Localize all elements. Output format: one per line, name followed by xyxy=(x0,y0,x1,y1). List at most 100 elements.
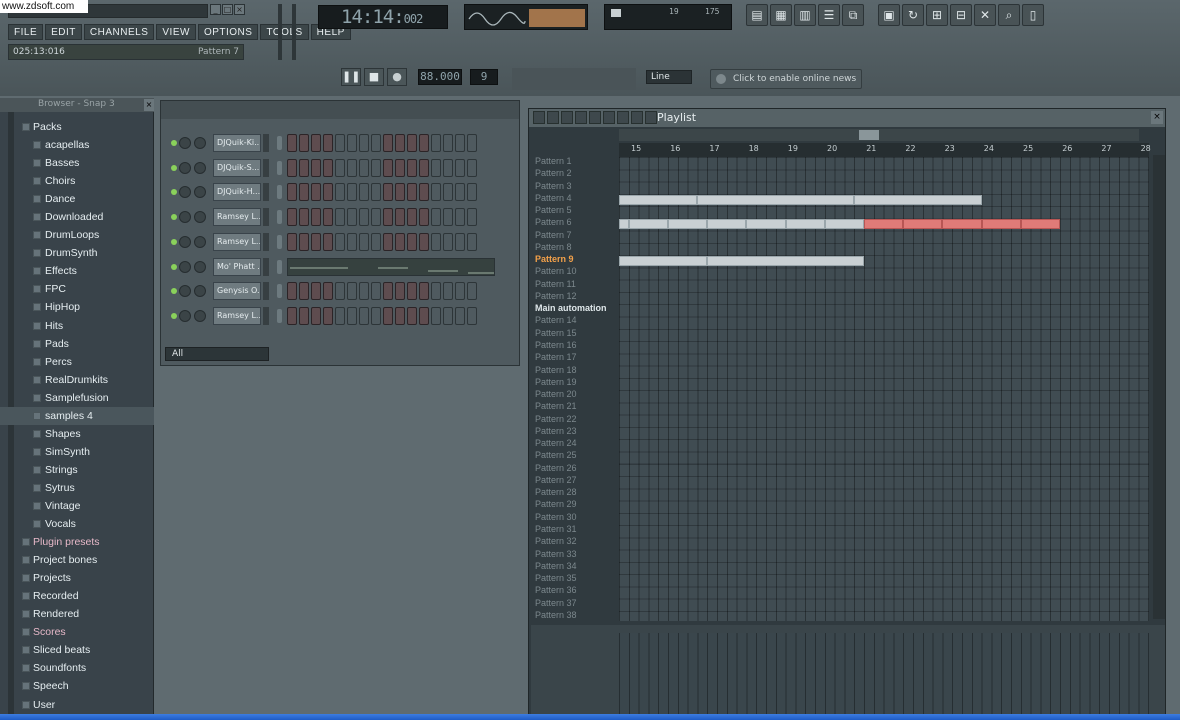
step-button[interactable] xyxy=(383,282,393,301)
event-editor-grid[interactable] xyxy=(619,633,1149,719)
pattern-clip[interactable] xyxy=(619,219,629,230)
pattern-clip[interactable] xyxy=(707,256,864,267)
menu-options[interactable]: OPTIONS xyxy=(197,24,259,40)
channel-mute-led[interactable] xyxy=(171,312,177,319)
channel-name-button[interactable]: Ramsey L... xyxy=(213,208,261,227)
master-pitch-slider[interactable] xyxy=(292,4,296,60)
channel-select[interactable] xyxy=(277,210,282,225)
step-button[interactable] xyxy=(419,158,429,177)
channel-name-button[interactable]: Ramsey L... xyxy=(213,232,261,251)
playlist-grid[interactable] xyxy=(619,157,1149,621)
pan-knob[interactable] xyxy=(179,260,191,273)
menu-edit[interactable]: EDIT xyxy=(45,24,82,40)
channel-filter-select[interactable]: All xyxy=(165,347,269,361)
track-name[interactable]: Pattern 35 xyxy=(531,572,617,584)
track-name[interactable]: Pattern 32 xyxy=(531,535,617,547)
pattern-clip[interactable] xyxy=(628,219,668,230)
close-icon[interactable]: × xyxy=(234,4,245,15)
step-button[interactable] xyxy=(323,183,333,202)
pan-knob[interactable] xyxy=(179,285,191,298)
step-button[interactable] xyxy=(323,306,333,325)
step-button[interactable] xyxy=(311,208,321,227)
step-button[interactable] xyxy=(443,134,453,152)
pattern-clip[interactable] xyxy=(942,219,982,230)
step-button[interactable] xyxy=(359,306,369,325)
step-button[interactable] xyxy=(431,282,441,301)
channel-mute-led[interactable] xyxy=(171,263,177,270)
channel-name-button[interactable]: Genysis O... xyxy=(213,282,261,301)
step-button[interactable] xyxy=(371,208,381,227)
browser-item[interactable]: Sytrus xyxy=(0,479,154,497)
track-name[interactable]: Pattern 12 xyxy=(531,290,617,302)
step-button[interactable] xyxy=(323,282,333,301)
track-name[interactable]: Pattern 4 xyxy=(531,192,617,204)
step-button[interactable] xyxy=(335,208,345,227)
step-button[interactable] xyxy=(431,208,441,227)
save-icon[interactable]: ⊞ xyxy=(926,4,948,26)
step-button[interactable] xyxy=(287,158,297,177)
step-button[interactable] xyxy=(323,208,333,227)
step-button[interactable] xyxy=(455,232,465,251)
step-button[interactable] xyxy=(371,282,381,301)
restore-icon[interactable]: □ xyxy=(222,4,233,15)
menu-tools[interactable]: TOOLS xyxy=(260,24,309,40)
volume-knob[interactable] xyxy=(194,260,206,273)
pattern-clip[interactable] xyxy=(824,219,864,230)
browser-item[interactable]: FPC xyxy=(0,280,154,298)
browser-item[interactable]: User xyxy=(0,696,154,714)
browser-item[interactable]: Basses xyxy=(0,154,154,172)
browser-icon[interactable]: ☰ xyxy=(818,4,840,26)
song-time-display[interactable]: 14:14:002 xyxy=(318,5,448,29)
channel-select[interactable] xyxy=(277,284,282,299)
step-button[interactable] xyxy=(359,208,369,227)
track-name[interactable]: Pattern 28 xyxy=(531,486,617,498)
track-name[interactable]: Pattern 10 xyxy=(531,265,617,277)
step-button[interactable] xyxy=(455,183,465,202)
track-name[interactable]: Pattern 38 xyxy=(531,609,617,621)
browser-item[interactable]: DrumSynth xyxy=(0,244,154,262)
step-button[interactable] xyxy=(407,232,417,251)
step-button[interactable] xyxy=(443,208,453,227)
step-button[interactable] xyxy=(407,306,417,325)
step-button[interactable] xyxy=(311,232,321,251)
channel-select[interactable] xyxy=(277,308,282,323)
step-button[interactable] xyxy=(299,306,309,325)
step-button[interactable] xyxy=(467,183,477,202)
step-button[interactable] xyxy=(467,134,477,152)
pattern-clip[interactable] xyxy=(707,219,747,230)
track-name[interactable]: Pattern 14 xyxy=(531,314,617,326)
step-button[interactable] xyxy=(467,306,477,325)
record-button[interactable]: ● xyxy=(387,68,407,86)
step-button[interactable] xyxy=(335,134,345,152)
channel-select[interactable] xyxy=(277,160,282,175)
step-button[interactable] xyxy=(395,306,405,325)
channel-mute-led[interactable] xyxy=(171,288,177,295)
step-button[interactable] xyxy=(287,208,297,227)
step-button[interactable] xyxy=(287,306,297,325)
step-button[interactable] xyxy=(443,232,453,251)
step-button[interactable] xyxy=(311,306,321,325)
pause-button[interactable]: ❚❚ xyxy=(341,68,361,86)
browser-item[interactable]: Vocals xyxy=(0,515,154,533)
step-button[interactable] xyxy=(455,134,465,152)
step-button[interactable] xyxy=(407,183,417,202)
track-name[interactable]: Pattern 20 xyxy=(531,388,617,400)
track-name[interactable]: Pattern 1 xyxy=(531,155,617,167)
pattern-clip[interactable] xyxy=(746,219,786,230)
step-button[interactable] xyxy=(371,158,381,177)
browser-item[interactable]: Pads xyxy=(0,335,154,353)
step-button[interactable] xyxy=(335,282,345,301)
browser-item[interactable]: Projects xyxy=(0,569,154,587)
browser-item[interactable]: Soundfonts xyxy=(0,659,154,677)
step-button[interactable] xyxy=(383,306,393,325)
playlist-icon[interactable]: ▦ xyxy=(770,4,792,26)
browser-item[interactable]: Effects xyxy=(0,262,154,280)
track-name[interactable]: Pattern 34 xyxy=(531,560,617,572)
step-button[interactable] xyxy=(347,158,357,177)
piano-roll-icon[interactable]: ▥ xyxy=(794,4,816,26)
step-button[interactable] xyxy=(323,158,333,177)
channel-mute-led[interactable] xyxy=(171,164,177,171)
browser-item[interactable]: Samplefusion xyxy=(0,389,154,407)
track-name[interactable]: Pattern 23 xyxy=(531,425,617,437)
browser-item[interactable]: Speech xyxy=(0,677,154,695)
